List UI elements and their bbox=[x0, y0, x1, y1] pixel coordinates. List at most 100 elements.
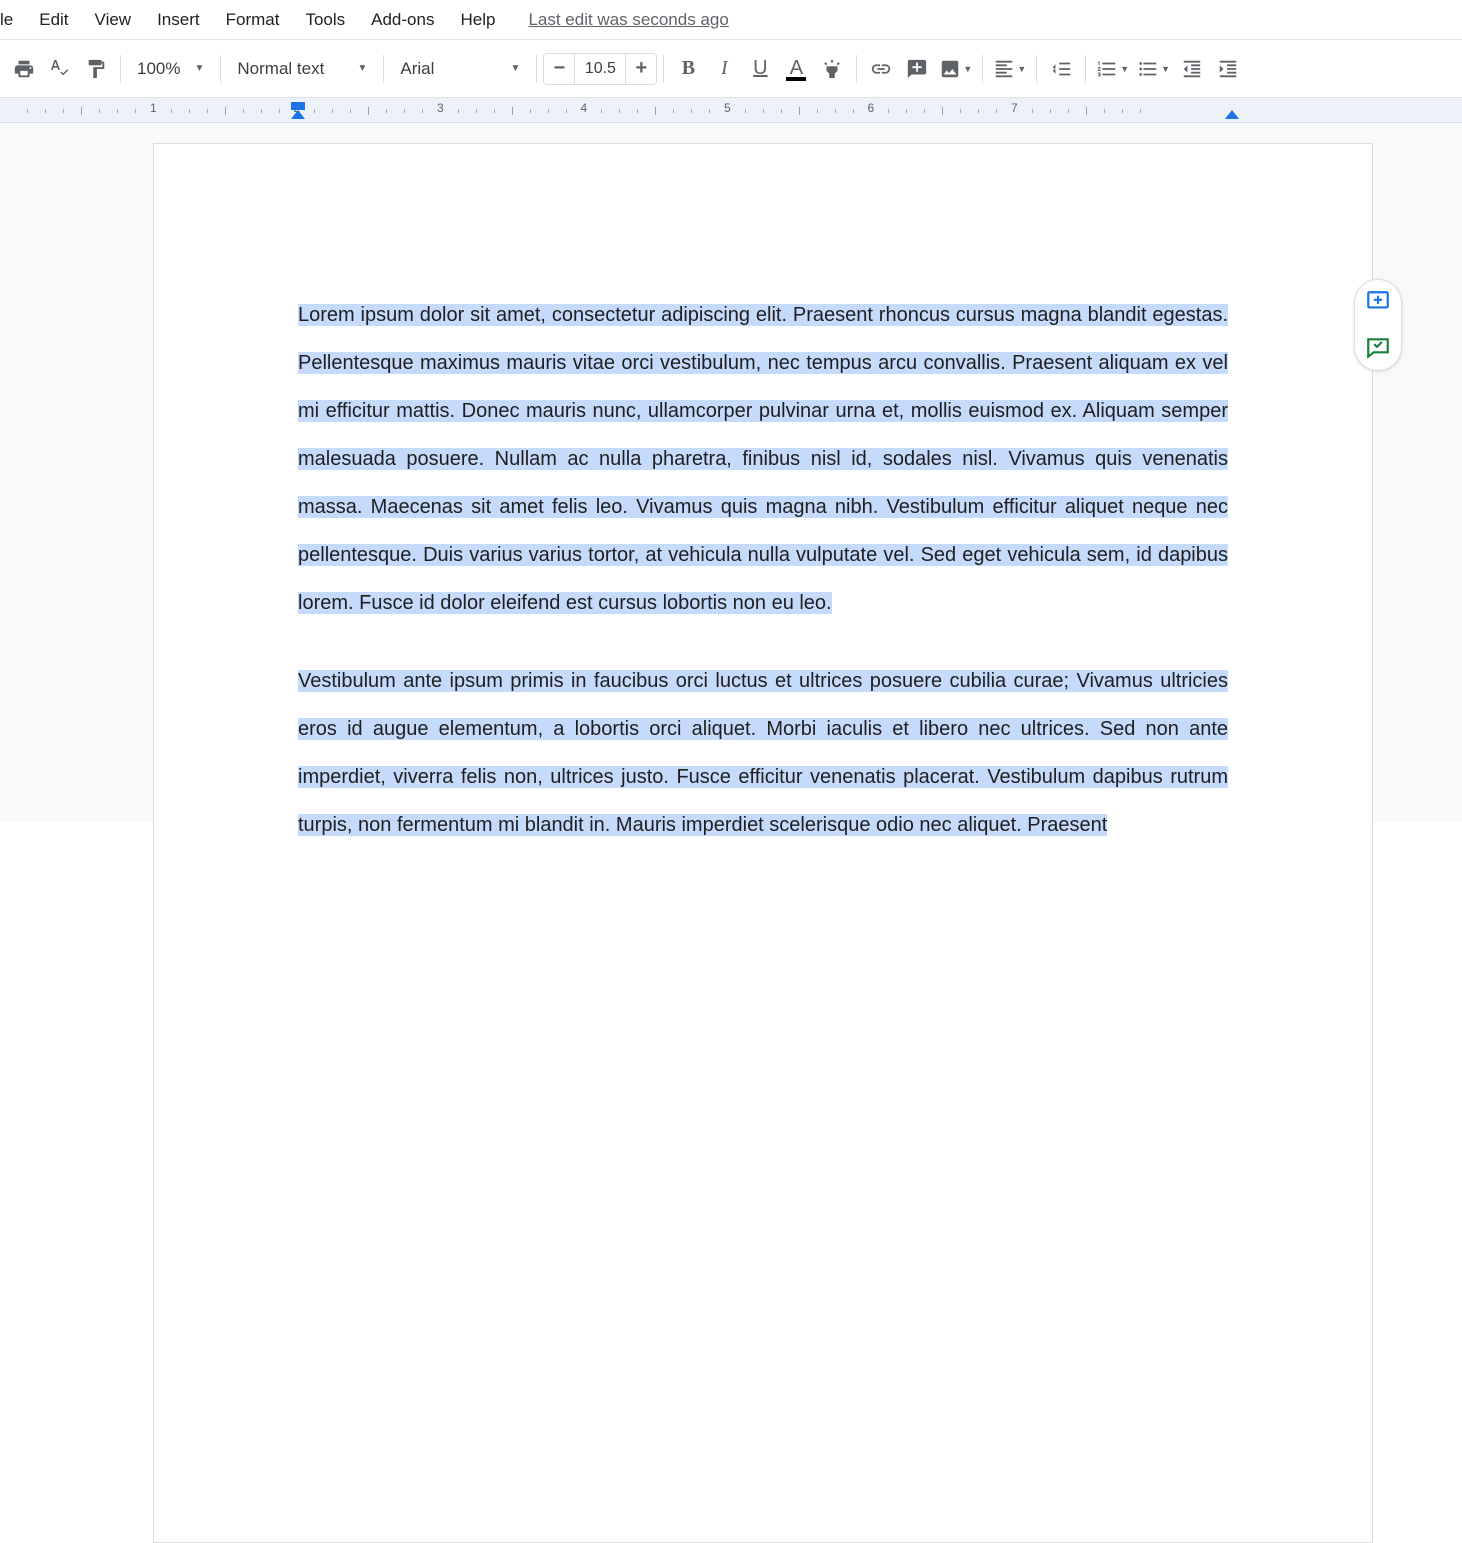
separator bbox=[982, 55, 983, 83]
ruler-tick bbox=[314, 109, 315, 113]
caret-down-icon: ▼ bbox=[1161, 64, 1170, 74]
ruler-tick bbox=[853, 109, 854, 113]
ruler-tick bbox=[691, 109, 692, 113]
numbered-list-button[interactable]: ▼ bbox=[1092, 51, 1133, 87]
ruler-number: 4 bbox=[581, 101, 588, 115]
zoom-dropdown[interactable]: 100% ▼ bbox=[127, 51, 214, 87]
ruler-tick bbox=[117, 109, 118, 113]
align-button[interactable]: ▼ bbox=[989, 51, 1030, 87]
ruler-tick bbox=[476, 109, 477, 113]
ruler-tick bbox=[99, 109, 100, 113]
ruler-tick bbox=[494, 109, 495, 113]
ruler-tick bbox=[996, 109, 997, 113]
right-indent-marker[interactable] bbox=[1225, 110, 1239, 119]
menu-bar: le Edit View Insert Format Tools Add-ons… bbox=[0, 0, 1462, 40]
comment-button[interactable] bbox=[899, 51, 935, 87]
increase-font-size-button[interactable]: + bbox=[626, 54, 656, 84]
separator bbox=[663, 55, 664, 83]
menu-view[interactable]: View bbox=[82, 10, 145, 30]
left-indent-marker[interactable] bbox=[291, 110, 305, 119]
caret-down-icon: ▼ bbox=[1120, 64, 1129, 74]
ruler-tick bbox=[1050, 109, 1051, 113]
separator bbox=[1036, 55, 1037, 83]
ruler-number: 6 bbox=[868, 101, 875, 115]
ruler-tick bbox=[1032, 109, 1033, 113]
ruler-tick bbox=[422, 109, 423, 113]
ruler-tick bbox=[942, 107, 943, 115]
font-size-input[interactable]: 10.5 bbox=[574, 54, 626, 84]
menu-tools[interactable]: Tools bbox=[292, 10, 358, 30]
toolbar: 100% ▼ Normal text ▼ Arial ▼ − 10.5 + B … bbox=[0, 40, 1462, 98]
ruler-tick bbox=[906, 109, 907, 113]
ruler-tick bbox=[960, 109, 961, 113]
menu-format[interactable]: Format bbox=[213, 10, 293, 30]
decrease-indent-button[interactable] bbox=[1174, 51, 1210, 87]
caret-down-icon: ▼ bbox=[1017, 64, 1026, 74]
caret-down-icon: ▼ bbox=[963, 64, 972, 74]
selected-text: Lorem ipsum dolor sit amet, consectetur … bbox=[298, 304, 1228, 614]
first-line-indent-marker[interactable] bbox=[291, 102, 305, 110]
paragraph-2[interactable]: Vestibulum ante ipsum primis in faucibus… bbox=[298, 657, 1228, 849]
bold-button[interactable]: B bbox=[670, 51, 706, 87]
suggest-edits-button[interactable] bbox=[1364, 334, 1392, 362]
ruler-tick bbox=[619, 109, 620, 113]
ruler[interactable]: 1234567 bbox=[0, 98, 1462, 123]
link-button[interactable] bbox=[863, 51, 899, 87]
menu-edit[interactable]: Edit bbox=[26, 10, 81, 30]
ruler-tick bbox=[171, 109, 172, 113]
ruler-number: 3 bbox=[437, 101, 444, 115]
ruler-tick bbox=[261, 109, 262, 113]
ruler-number: 7 bbox=[1011, 101, 1018, 115]
font-dropdown[interactable]: Arial ▼ bbox=[390, 51, 530, 87]
menu-addons[interactable]: Add-ons bbox=[358, 10, 447, 30]
ruler-tick bbox=[27, 109, 28, 113]
ruler-tick bbox=[368, 107, 369, 115]
ruler-tick bbox=[709, 109, 710, 113]
ruler-tick bbox=[817, 109, 818, 113]
ruler-tick bbox=[1068, 109, 1069, 113]
caret-down-icon: ▼ bbox=[194, 63, 204, 74]
floating-actions bbox=[1354, 279, 1402, 371]
paragraph-1[interactable]: Lorem ipsum dolor sit amet, consectetur … bbox=[298, 291, 1228, 627]
print-icon[interactable] bbox=[6, 51, 42, 87]
page[interactable]: Lorem ipsum dolor sit amet, consectetur … bbox=[153, 143, 1373, 1543]
ruler-tick bbox=[279, 109, 280, 113]
italic-button[interactable]: I bbox=[706, 51, 742, 87]
add-comment-button[interactable] bbox=[1364, 288, 1392, 316]
underline-button[interactable]: U bbox=[742, 51, 778, 87]
separator bbox=[1085, 55, 1086, 83]
ruler-tick bbox=[386, 109, 387, 113]
ruler-tick bbox=[458, 109, 459, 113]
ruler-tick bbox=[763, 109, 764, 113]
document-area: Lorem ipsum dolor sit amet, consectetur … bbox=[0, 123, 1462, 822]
ruler-tick bbox=[350, 109, 351, 113]
ruler-tick bbox=[45, 109, 46, 113]
last-edit-link[interactable]: Last edit was seconds ago bbox=[528, 10, 728, 30]
separator bbox=[856, 55, 857, 83]
spellcheck-icon[interactable] bbox=[42, 51, 78, 87]
paint-format-icon[interactable] bbox=[78, 51, 114, 87]
separator bbox=[536, 55, 537, 83]
highlight-button[interactable] bbox=[814, 51, 850, 87]
ruler-tick bbox=[781, 109, 782, 113]
line-spacing-button[interactable] bbox=[1043, 51, 1079, 87]
menu-file[interactable]: le bbox=[0, 10, 26, 30]
ruler-tick bbox=[655, 107, 656, 115]
ruler-tick bbox=[63, 109, 64, 113]
ruler-tick bbox=[512, 107, 513, 115]
ruler-tick bbox=[530, 109, 531, 113]
ruler-number: 5 bbox=[724, 101, 731, 115]
ruler-tick bbox=[1140, 109, 1141, 113]
menu-insert[interactable]: Insert bbox=[144, 10, 213, 30]
font-size-group: − 10.5 + bbox=[543, 53, 657, 85]
bulleted-list-button[interactable]: ▼ bbox=[1133, 51, 1174, 87]
separator bbox=[120, 55, 121, 83]
text-color-button[interactable]: A bbox=[778, 51, 814, 87]
paragraph-style-dropdown[interactable]: Normal text ▼ bbox=[227, 51, 377, 87]
caret-down-icon: ▼ bbox=[357, 63, 367, 74]
decrease-font-size-button[interactable]: − bbox=[544, 54, 574, 84]
increase-indent-button[interactable] bbox=[1210, 51, 1246, 87]
image-button[interactable]: ▼ bbox=[935, 51, 976, 87]
menu-help[interactable]: Help bbox=[447, 10, 508, 30]
ruler-tick bbox=[745, 109, 746, 113]
